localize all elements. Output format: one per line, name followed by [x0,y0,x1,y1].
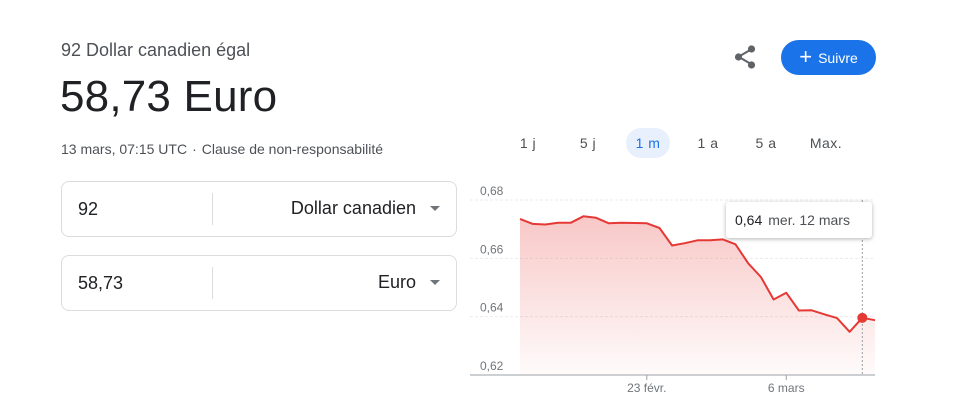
x-tick-label: 23 févr. [627,381,666,395]
target-currency-select[interactable]: Euro [213,256,456,310]
target-currency-label: Euro [377,272,416,292]
y-tick-label: 0,66 [480,242,504,256]
tab-1-month[interactable]: 1 m [626,128,670,158]
y-tick-label: 0,62 [480,359,504,373]
disclaimer-link[interactable]: Clause de non-responsabilité [202,141,383,157]
conversion-subtitle: 92 Dollar canadien égal [61,40,251,60]
y-tick-label: 0,64 [480,301,504,315]
converted-value: 58,73 Euro [60,72,278,121]
tab-5-years[interactable]: 5 a [748,128,784,158]
source-currency-select[interactable]: Dollar canadien [213,182,456,236]
target-amount-input[interactable] [62,256,212,310]
chart-tooltip: 0,64 mer. 12 mars [726,202,872,238]
tooltip-date: mer. 12 mars [768,212,850,228]
share-icon[interactable] [733,44,759,70]
follow-label: Suivre [818,49,858,66]
x-tick-label: 6 mars [768,381,805,395]
tab-1-day[interactable]: 1 j [510,128,546,158]
hover-point [857,312,868,323]
timestamp: 13 mars, 07:15 UTC [61,141,188,157]
meta-separator: · [192,141,197,157]
timestamp-line: 13 mars, 07:15 UTC · Clause de non-respons… [61,141,383,157]
tab-max[interactable]: Max. [804,128,848,158]
plus-icon: + [799,43,813,69]
follow-button[interactable]: + Suivre [781,40,876,75]
tab-5-days[interactable]: 5 j [570,128,606,158]
tooltip-value: 0,64 [735,212,763,228]
y-tick-label: 0,68 [480,185,504,198]
target-currency-row: Euro [61,255,457,311]
time-range-tabs: 1 j 5 j 1 m 1 a 5 a Max. [510,128,855,158]
source-currency-row: Dollar canadien [61,181,457,237]
source-currency-label: Dollar canadien [290,198,416,218]
dropdown-arrow-icon [430,206,440,211]
source-amount-input[interactable] [62,182,212,236]
dropdown-arrow-icon [430,280,440,285]
tab-1-year[interactable]: 1 a [690,128,726,158]
